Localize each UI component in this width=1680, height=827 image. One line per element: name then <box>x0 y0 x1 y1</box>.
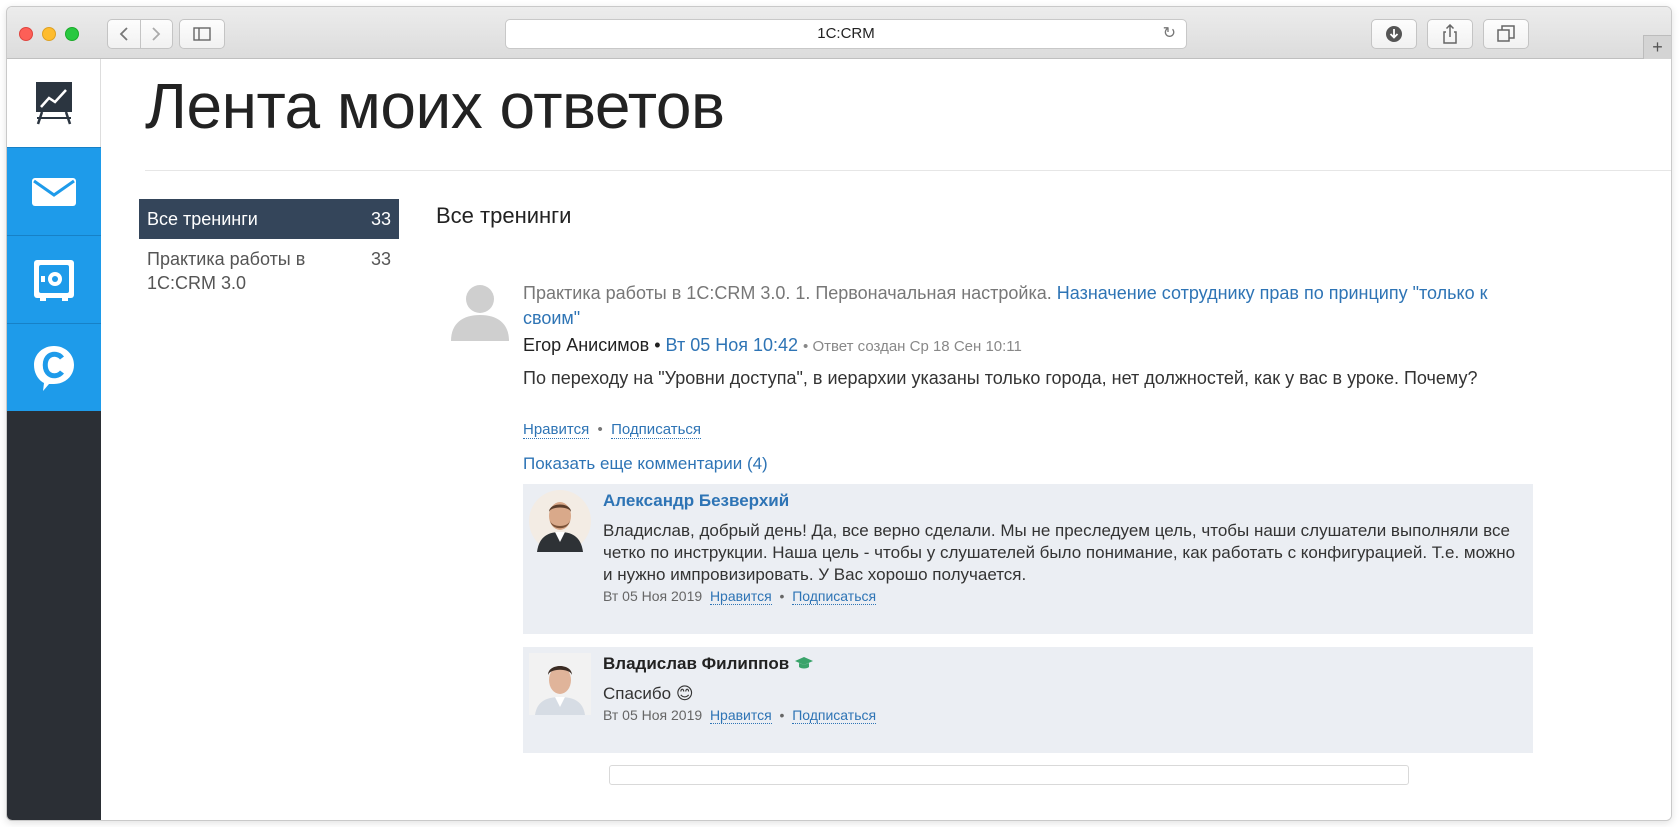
avatar <box>529 490 591 552</box>
zoom-window-button[interactable] <box>65 27 79 41</box>
page-title: Лента моих ответов <box>145 70 725 142</box>
chat-icon <box>34 345 74 391</box>
action-separator: • <box>775 588 789 604</box>
sidebar-toggle-button[interactable] <box>179 19 225 49</box>
comment-text: Владислав, добрый день! Да, все верно сд… <box>603 521 1516 584</box>
comment-text-value: Спасибо <box>603 684 672 703</box>
post-actions: Нравится • Подписаться <box>523 421 1523 439</box>
new-tab-button[interactable]: + <box>1643 35 1671 59</box>
show-more-comments-link[interactable]: Показать еще комментарии (4) <box>523 454 1523 474</box>
avatar-placeholder <box>449 279 511 341</box>
post-date-link[interactable]: Вт 05 Ноя 10:42 <box>666 335 798 355</box>
close-window-button[interactable] <box>19 27 33 41</box>
comment-date: Вт 05 Ноя 2019 <box>603 588 703 604</box>
back-button[interactable] <box>108 20 141 48</box>
history-nav <box>107 19 173 49</box>
avatar <box>529 653 591 715</box>
dashboard-icon <box>35 82 72 125</box>
section-title: Все тренинги <box>436 203 572 228</box>
user-photo-icon <box>529 653 591 715</box>
action-separator: • <box>775 707 789 723</box>
sidebar-item-safe[interactable] <box>7 235 101 323</box>
minimize-window-button[interactable] <box>42 27 56 41</box>
sidebar-item-mail[interactable] <box>7 147 101 235</box>
user-photo-icon <box>529 490 591 552</box>
chevron-right-icon <box>152 27 161 41</box>
tabs-icon <box>1497 25 1515 42</box>
comment-author: Владислав Филиппов <box>603 653 1523 675</box>
like-link[interactable]: Нравится <box>709 707 772 724</box>
category-item-all[interactable]: Все тренинги 33 <box>139 199 399 239</box>
comment-actions: Вт 05 Ноя 2019 Нравится • Подписаться <box>603 707 1523 724</box>
main-content: Лента моих ответов Все тренинги 33 Практ… <box>101 59 1671 820</box>
comment-item: Александр Безверхий Владислав, добрый де… <box>523 484 1533 634</box>
crumb-course: Практика работы в 1С:CRM 3.0. 1. Первона… <box>523 283 1052 303</box>
category-count: 33 <box>370 209 391 229</box>
address-text: 1C:CRM <box>817 25 875 42</box>
chevron-left-icon <box>119 27 128 41</box>
comment-date: Вт 05 Ноя 2019 <box>603 707 703 723</box>
like-link[interactable]: Нравится <box>523 421 590 439</box>
comment-body: Александр Безверхий Владислав, добрый де… <box>603 490 1523 605</box>
created-note: • Ответ создан Ср 18 Сен 10:11 <box>803 338 1022 355</box>
title-divider <box>145 170 1671 171</box>
like-link[interactable]: Нравится <box>709 588 772 605</box>
category-label: Все тренинги <box>147 209 258 229</box>
browser-toolbar: 1C:CRM ↻ + <box>7 7 1671 59</box>
subscribe-link[interactable]: Подписаться <box>792 707 877 724</box>
comment-text: Спасибо 😊 <box>603 683 1523 705</box>
post-author[interactable]: Егор Анисимов <box>523 335 649 355</box>
post-body: Практика работы в 1С:CRM 3.0. 1. Первона… <box>523 281 1523 474</box>
sidebar-item-chat[interactable] <box>7 323 101 411</box>
reply-input[interactable] <box>609 765 1409 785</box>
user-silhouette-icon <box>451 285 509 341</box>
subscribe-link[interactable]: Подписаться <box>611 421 702 439</box>
address-bar[interactable]: 1C:CRM ↻ <box>505 19 1187 49</box>
sidebar-icon <box>193 27 211 41</box>
sidebar-item-dashboard[interactable] <box>7 59 101 147</box>
smile-emoji-icon: 😊 <box>675 684 694 703</box>
post-meta: Егор Анисимов • Вт 05 Ноя 10:42 • Ответ … <box>523 331 1523 361</box>
app-sidebar <box>7 59 101 820</box>
comment-actions: Вт 05 Ноя 2019 Нравится • Подписаться <box>603 588 1523 605</box>
forward-button[interactable] <box>141 20 173 48</box>
comment-item: Владислав Филиппов Спасибо 😊 Вт 05 Ноя 2… <box>523 647 1533 753</box>
category-item-crm-practice[interactable]: Практика работы в 1С:CRM 3.0 33 <box>139 239 399 303</box>
comment-author[interactable]: Александр Безверхий <box>603 490 1523 512</box>
post-breadcrumb: Практика работы в 1С:CRM 3.0. 1. Первона… <box>523 281 1523 331</box>
window-controls <box>19 27 79 41</box>
graduate-cap-icon <box>794 657 813 669</box>
downloads-button[interactable] <box>1371 19 1417 49</box>
comment-author-name[interactable]: Владислав Филиппов <box>603 654 789 673</box>
browser-window: 1C:CRM ↻ + Лента моих ответов Все тренин… <box>6 6 1672 821</box>
download-icon <box>1386 26 1402 42</box>
comment-body: Владислав Филиппов Спасибо 😊 Вт 05 Ноя 2… <box>603 653 1523 724</box>
category-label: Практика работы в 1С:CRM 3.0 <box>147 249 306 293</box>
tabs-overview-button[interactable] <box>1483 19 1529 49</box>
meta-bullet: • <box>654 335 661 355</box>
subscribe-link[interactable]: Подписаться <box>792 588 877 605</box>
share-icon <box>1443 24 1457 44</box>
reload-icon[interactable]: ↻ <box>1163 20 1176 48</box>
share-button[interactable] <box>1427 19 1473 49</box>
action-separator: • <box>593 421 607 438</box>
post-text: По переходу на "Уровни доступа", в иерар… <box>523 368 1478 388</box>
safe-icon <box>34 259 74 301</box>
category-list: Все тренинги 33 Практика работы в 1С:CRM… <box>139 199 399 303</box>
category-count: 33 <box>370 249 391 269</box>
mail-icon <box>32 177 76 206</box>
